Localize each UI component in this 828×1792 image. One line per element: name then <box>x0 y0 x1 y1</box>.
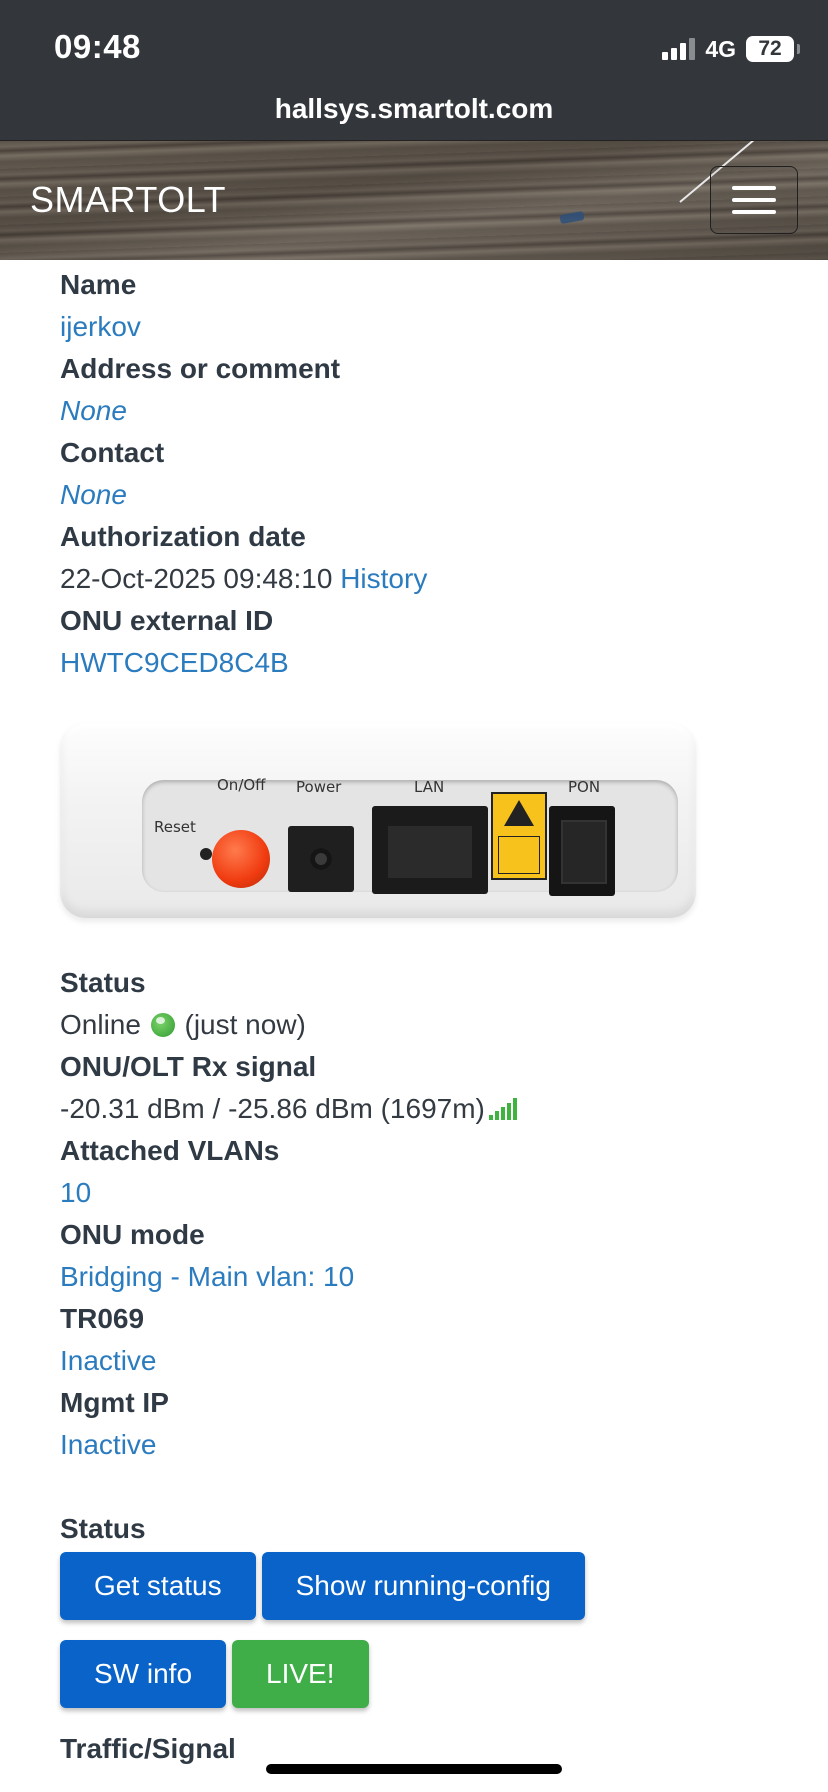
reset-hole <box>200 848 212 860</box>
globe-icon <box>150 1013 175 1037</box>
pon-port <box>549 806 615 896</box>
status-time: (just now) <box>184 1009 306 1040</box>
show-running-config-button[interactable]: Show running-config <box>261 1552 585 1620</box>
lan-port <box>372 806 488 894</box>
vlans-label: Attached VLANs <box>60 1135 280 1166</box>
contact-value-link[interactable]: None <box>60 474 800 516</box>
status-label: Status <box>60 967 146 998</box>
battery-level: 72 <box>758 37 782 60</box>
hamburger-line <box>732 198 776 202</box>
network-type: 4G <box>705 35 736 62</box>
onu-mode-label: ONU mode <box>60 1219 205 1250</box>
rx-signal-row: -20.31 dBm / -25.86 dBm (1697m) <box>60 1088 800 1130</box>
mgmt-ip-label: Mgmt IP <box>60 1387 169 1418</box>
pon-label: PON <box>568 778 601 796</box>
authorization-date-label: Authorization date <box>60 521 306 552</box>
home-indicator[interactable] <box>266 1764 562 1774</box>
site-navbar: SMARTOLT <box>0 140 828 260</box>
brand-logo[interactable]: SMARTOLT <box>30 179 226 221</box>
status-value: Online <box>60 1009 141 1040</box>
address-label: Address or comment <box>60 353 341 384</box>
signal-strength-icon <box>488 1098 517 1120</box>
mgmt-ip-value-link[interactable]: Inactive <box>60 1424 800 1466</box>
tr069-value-link[interactable]: Inactive <box>60 1340 800 1382</box>
status-actions-row-2: SW info LIVE! <box>60 1640 800 1708</box>
external-id-label: ONU external ID <box>60 605 274 636</box>
reset-label: Reset <box>154 818 196 836</box>
onu-device-image: Reset On/Off Power LAN PON <box>60 722 696 918</box>
status-actions-label: Status <box>60 1513 146 1544</box>
name-value-link[interactable]: ijerkov <box>60 306 800 348</box>
power-button-shape <box>212 830 270 888</box>
laser-warning-icon <box>491 792 547 880</box>
authorization-date-row: 22-Oct-2025 09:48:10 History <box>60 558 800 600</box>
status-bar-indicators: 4G 72 <box>662 34 800 64</box>
wood-texture-mark <box>559 210 585 225</box>
onu-mode-link[interactable]: Bridging - Main vlan: 10 <box>60 1256 800 1298</box>
hamburger-menu-icon <box>732 186 776 190</box>
get-status-button[interactable]: Get status <box>60 1552 256 1620</box>
onoff-label: On/Off <box>217 776 266 794</box>
authorization-date-value: 22-Oct-2025 09:48:10 <box>60 563 333 594</box>
history-link[interactable]: History <box>340 563 427 594</box>
contact-label: Contact <box>60 437 165 468</box>
onu-details: Name ijerkov Address or comment None Con… <box>60 264 800 1770</box>
vlans-value-link[interactable]: 10 <box>60 1172 800 1214</box>
hamburger-line <box>732 210 776 214</box>
browser-top-bar: 09:48 4G 72 hallsys.smartolt.com <box>0 0 828 140</box>
external-id-link[interactable]: HWTC9CED8C4B <box>60 642 800 684</box>
hamburger-menu-button[interactable] <box>710 166 798 234</box>
power-jack-port <box>288 826 354 892</box>
lan-label: LAN <box>414 778 445 796</box>
cellular-signal-icon <box>662 38 696 60</box>
battery-icon: 72 <box>746 36 800 62</box>
address-bar-url[interactable]: hallsys.smartolt.com <box>0 93 828 125</box>
power-label: Power <box>296 778 342 796</box>
status-bar-time: 09:48 <box>54 28 141 65</box>
rx-signal-value: -20.31 dBm / -25.86 dBm (1697m) <box>60 1093 485 1124</box>
status-actions-row-1: Get status Show running-config <box>60 1552 800 1620</box>
sw-info-button[interactable]: SW info <box>60 1640 227 1708</box>
tr069-label: TR069 <box>60 1303 145 1334</box>
status-row: Online (just now) <box>60 1004 800 1046</box>
rx-signal-label: ONU/OLT Rx signal <box>60 1051 317 1082</box>
name-label: Name <box>60 269 137 300</box>
address-value-link[interactable]: None <box>60 390 800 432</box>
live-button[interactable]: LIVE! <box>232 1640 369 1708</box>
